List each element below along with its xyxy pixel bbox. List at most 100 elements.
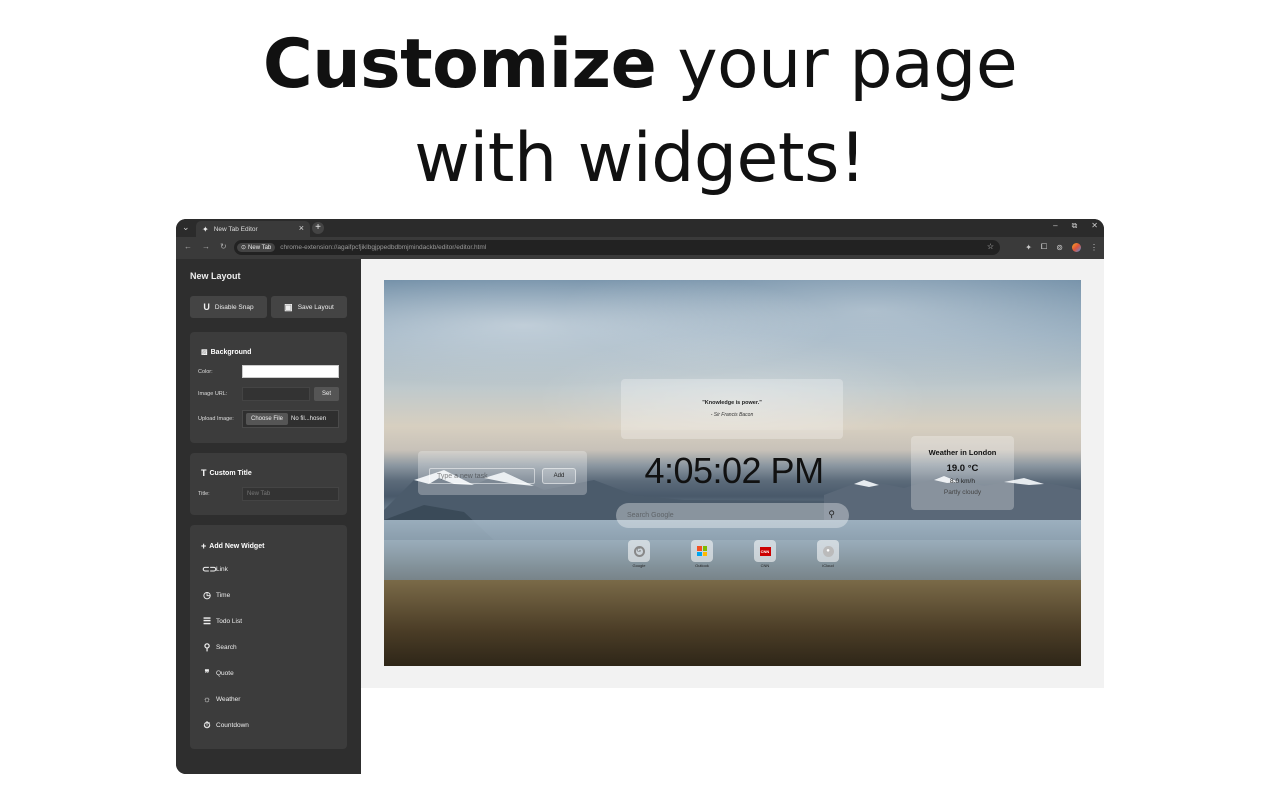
widget-weather[interactable]: ☼ Weather [202, 694, 241, 704]
tab-close-icon[interactable]: × [299, 223, 304, 233]
extension-sparkle-icon: ✦ [202, 224, 209, 234]
new-tab-plus-icon[interactable]: + [312, 222, 324, 234]
site-chip-label: New Tab [248, 244, 272, 251]
widget-link[interactable]: ⊂⊃ Link [202, 564, 228, 575]
gemini-sparkle-icon[interactable]: ✦ [1025, 243, 1032, 252]
quote-widget[interactable]: "Knowledge is power." - Sir Francis Baco… [621, 379, 843, 439]
save-layout-button[interactable]: ▣ Save Layout [271, 296, 347, 318]
shortcut-label: Google [632, 563, 646, 568]
apple-logo-icon: ● [822, 545, 834, 557]
shortcut-label: Outlook [695, 563, 709, 568]
shortcut-icloud[interactable]: ● iCloud [816, 540, 840, 568]
background-heading: ▨ Background [201, 348, 252, 357]
weather-sun-cloud-icon: ☼ [202, 694, 212, 704]
weather-widget[interactable]: Weather in London 19.0 °C 8.0 km/h Partl… [911, 436, 1014, 510]
toolbar-icons: ✦ ⧠ ⊚ ⋮ [1025, 242, 1098, 252]
headline-bold-word: Customize [262, 25, 657, 104]
title-input[interactable]: New Tab [242, 487, 339, 501]
weather-wind: 8.0 km/h [950, 478, 975, 485]
search-placeholder: Search Google [627, 512, 674, 519]
foreground-hills [384, 580, 1081, 666]
save-layout-label: Save Layout [297, 303, 334, 311]
shortcut-google[interactable]: G Google [627, 540, 651, 568]
shortcut-cnn[interactable]: CNN CNN [753, 540, 777, 568]
widget-time[interactable]: ◷ Time [202, 590, 230, 601]
bookmark-star-icon[interactable]: ☆ [987, 242, 994, 251]
back-arrow-icon[interactable]: ← [184, 242, 192, 251]
extension-chip-icon: ⊙ [241, 245, 247, 251]
tab-new-tab-editor[interactable]: ✦ New Tab Editor × [196, 221, 310, 237]
text-t-icon: T [201, 468, 207, 478]
todo-widget[interactable]: Type a new task Add [418, 451, 587, 495]
google-tile: G [628, 540, 650, 562]
outlook-tile [691, 540, 713, 562]
tab-bar: ⌄ ✦ New Tab Editor × + – ⧉ ✕ [176, 219, 1104, 237]
disable-snap-button[interactable]: U Disable Snap [190, 296, 267, 318]
choose-file-button[interactable]: Choose File [246, 413, 289, 425]
reload-icon[interactable]: ↻ [220, 242, 227, 251]
search-widget[interactable]: Search Google ⚲ [616, 503, 849, 528]
url-text: chrome-extension://agaifpcfjiklbgjppedbd… [280, 244, 487, 251]
widget-search[interactable]: ⚲ Search [202, 642, 237, 653]
preview-background-image: "Knowledge is power." - Sir Francis Baco… [384, 280, 1081, 666]
todo-add-button[interactable]: Add [542, 468, 576, 484]
widget-quote[interactable]: ❞ Quote [202, 668, 234, 679]
weather-description: Partly cloudy [943, 489, 982, 496]
color-input[interactable] [242, 365, 339, 378]
close-window-icon[interactable]: ✕ [1091, 221, 1098, 231]
icloud-tile: ● [817, 540, 839, 562]
google-logo-icon: G [633, 545, 645, 557]
cnn-tile: CNN [754, 540, 776, 562]
forward-arrow-icon[interactable]: → [202, 242, 210, 251]
site-chip[interactable]: ⊙ New Tab [237, 243, 276, 252]
search-magnifier-icon[interactable]: ⚲ [828, 509, 835, 520]
address-bar[interactable]: ⊙ New Tab chrome-extension://agaifpcfjikl… [234, 240, 1000, 255]
set-image-button[interactable]: Set [314, 387, 339, 401]
quote-icon: ❞ [204, 668, 210, 678]
promo-headline: Customize your page with widgets! [0, 18, 1280, 206]
nav-buttons: ← → ↻ [184, 242, 227, 251]
save-disk-icon: ▣ [284, 301, 293, 312]
add-widget-heading: + Add New Widget [201, 541, 265, 551]
cnn-logo-icon: CNN [759, 546, 771, 556]
custom-title-panel: T Custom Title Title: New Tab [190, 453, 347, 515]
browser-window: ⌄ ✦ New Tab Editor × + – ⧉ ✕ ← → ↻ ⊙ New … [176, 219, 1104, 774]
restore-icon[interactable]: ⧉ [1072, 221, 1078, 231]
no-file-chosen-text: No fil...hosen [291, 416, 327, 422]
image-icon: ▨ [201, 349, 208, 356]
image-url-input[interactable] [242, 387, 310, 401]
upload-file-input[interactable]: Choose File No fil...hosen [242, 410, 339, 428]
quote-text: "Knowledge is power." [702, 400, 762, 406]
sync-icon[interactable]: ⊚ [1056, 243, 1063, 252]
background-panel: ▨ Background Color: Image URL: Set Uploa… [190, 332, 347, 443]
menu-kebab-icon[interactable]: ⋮ [1090, 243, 1098, 252]
image-url-label: Image URL: [198, 391, 228, 397]
color-label: Color: [198, 369, 213, 375]
profile-avatar[interactable] [1072, 242, 1081, 252]
canvas-blank-area [361, 688, 1104, 774]
link-icon: ⊂⊃ [202, 564, 218, 574]
time-widget[interactable]: 4:05:02 PM [624, 450, 844, 492]
browser-toolbar: ← → ↻ ⊙ New Tab chrome-extension://agaifp… [176, 237, 1104, 259]
widget-todo-list[interactable]: ☰ Todo List [202, 616, 242, 627]
widget-countdown[interactable]: ⏱ Countdown [202, 720, 248, 731]
todo-input[interactable]: Type a new task [429, 468, 535, 484]
layout-title: New Layout [190, 271, 241, 281]
editor-canvas: "Knowledge is power." - Sir Francis Baco… [361, 259, 1104, 688]
clock-icon: ◷ [203, 590, 211, 600]
extensions-puzzle-icon[interactable]: ⧠ [1041, 242, 1047, 252]
tab-search-chevron-icon[interactable]: ⌄ [182, 222, 190, 233]
disable-snap-label: Disable Snap [214, 303, 254, 311]
shortcut-label: CNN [760, 563, 770, 568]
window-controls: – ⧉ ✕ [1053, 221, 1098, 231]
headline-line-2: with widgets! [414, 119, 866, 198]
title-label: Title: [198, 491, 210, 497]
minimize-icon[interactable]: – [1053, 221, 1057, 231]
tab-title: New Tab Editor [213, 225, 258, 233]
shortcut-outlook[interactable]: Outlook [690, 540, 714, 568]
upload-image-label: Upload Image: [198, 416, 234, 422]
magnet-icon: U [203, 302, 210, 312]
add-widget-panel: + Add New Widget ⊂⊃ Link ◷ Time ☰ Todo List… [190, 525, 347, 749]
stopwatch-icon: ⏱ [203, 720, 211, 730]
custom-title-heading: T Custom Title [201, 468, 252, 478]
